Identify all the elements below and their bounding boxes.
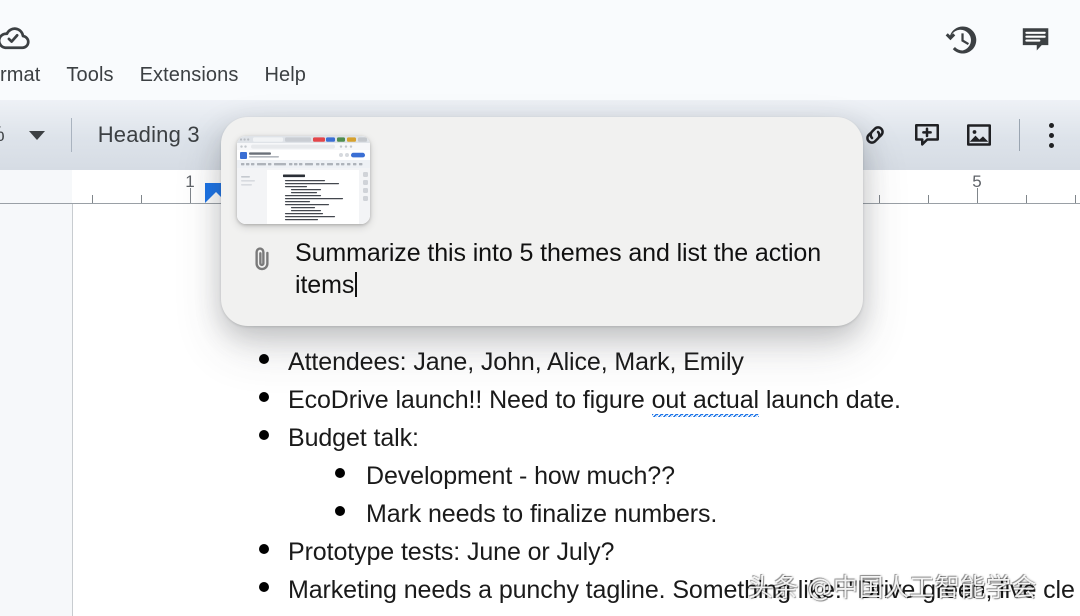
kebab-menu-icon[interactable] — [1034, 109, 1068, 161]
zoom-control[interactable]: % — [0, 123, 45, 147]
ruler-tick-minor — [927, 195, 929, 203]
list-item-text: Prototype tests: June or July? — [288, 538, 615, 566]
paperclip-icon[interactable] — [247, 244, 277, 274]
prompt-input[interactable]: Summarize this into 5 themes and list th… — [295, 237, 835, 301]
ruler-tick-minor — [1075, 195, 1077, 203]
top-actions — [944, 22, 1054, 58]
menu-extensions[interactable]: Extensions — [127, 61, 252, 90]
bullet-icon — [335, 506, 345, 516]
list-item[interactable]: Attendees: Jane, John, Alice, Mark, Emil… — [259, 344, 1080, 380]
list-item-text-before: EcoDrive launch!! Need to figure — [288, 386, 652, 414]
ruler-left-margin — [0, 170, 72, 204]
bullet-icon — [259, 544, 269, 554]
ruler-tick-minor — [1026, 195, 1028, 203]
prompt-input-value: Summarize this into 5 themes and list th… — [295, 239, 822, 299]
ruler-tick-minor — [91, 195, 93, 203]
menu-help[interactable]: Help — [251, 61, 319, 90]
top-bar: rmat Tools Extensions Help — [0, 0, 1080, 100]
image-icon[interactable] — [953, 109, 1005, 161]
ruler-label-1: 1 — [185, 172, 195, 191]
ruler-tick-minor — [878, 195, 880, 203]
add-comment-icon[interactable] — [901, 109, 953, 161]
bullet-icon — [259, 582, 269, 592]
toolbar-divider-right — [1019, 119, 1020, 151]
comment-history-icon[interactable] — [1018, 22, 1054, 58]
list-item[interactable]: September launch?? — [259, 610, 1080, 616]
history-icon[interactable] — [944, 22, 980, 58]
list-item[interactable]: Development - how much?? — [335, 458, 1080, 494]
attachment-thumbnail[interactable] — [237, 136, 370, 224]
bullet-icon — [259, 430, 269, 440]
menu-format[interactable]: rmat — [0, 61, 53, 90]
list-item[interactable]: Budget talk: — [259, 420, 1080, 456]
prompt-input-row[interactable]: Summarize this into 5 themes and list th… — [221, 237, 863, 301]
watermark: 头条 @中国人工智能学会 — [748, 573, 1037, 602]
list-item[interactable]: Mark needs to finalize numbers. — [335, 496, 1080, 532]
list-item-text: Mark needs to finalize numbers. — [366, 500, 718, 528]
page-gutter — [0, 204, 72, 616]
list-item-text: Attendees: Jane, John, Alice, Mark, Emil… — [288, 348, 744, 376]
list-item[interactable]: EcoDrive launch!! Need to figure out act… — [259, 382, 1080, 418]
bullet-icon — [259, 392, 269, 402]
bullet-icon — [335, 468, 345, 478]
spellcheck-underlined-text[interactable]: out actual — [651, 386, 759, 417]
menu-tools[interactable]: Tools — [53, 61, 126, 90]
list-item-text: Budget talk: — [288, 424, 419, 452]
chevron-down-icon[interactable] — [28, 130, 45, 140]
menu-bar: rmat Tools Extensions Help — [0, 58, 319, 92]
list-item-text: September launch?? — [288, 610, 517, 616]
toolbar-right-group — [849, 100, 1068, 170]
bullet-icon — [259, 354, 269, 364]
gemini-prompt-card[interactable]: Summarize this into 5 themes and list th… — [221, 117, 863, 326]
ruler-label-5: 5 — [972, 172, 982, 191]
google-docs-window: rmat Tools Extensions Help Heading 3 1 5… — [0, 0, 1080, 616]
list-item-text: Development - how much?? — [366, 462, 675, 490]
cloud-done-icon[interactable] — [0, 20, 36, 56]
toolbar-divider — [70, 118, 72, 152]
zoom-value: % — [0, 123, 5, 147]
paragraph-style-selector[interactable]: Heading 3 — [98, 122, 200, 148]
ruler-tick-minor — [140, 195, 142, 203]
text-cursor — [355, 272, 358, 297]
list-item-text: EcoDrive launch!! Need to figure out act… — [288, 382, 901, 418]
list-item-text-after: launch date. — [758, 386, 901, 414]
list-item[interactable]: Prototype tests: June or July? — [259, 534, 1080, 570]
